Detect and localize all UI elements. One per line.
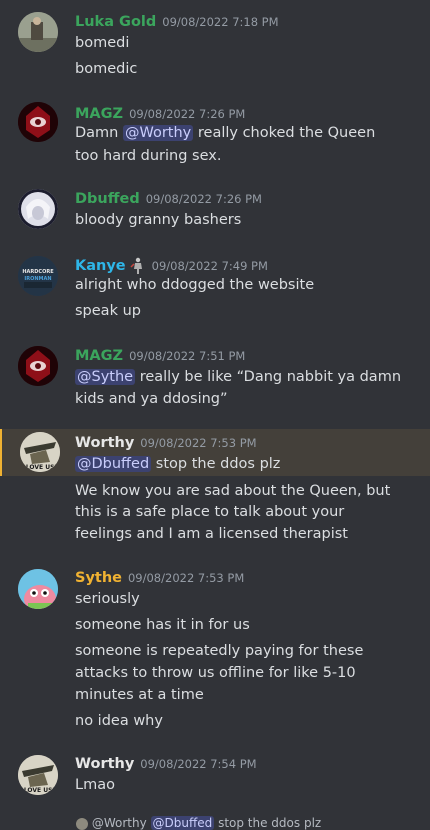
username[interactable]: Kanye (75, 258, 126, 274)
reply-text: stop the ddos plz (214, 816, 322, 830)
timestamp: 09/08/2022 7:26 PM (129, 107, 246, 121)
avatar-text: I LOVE USE (20, 787, 57, 794)
figure-icon (130, 257, 146, 275)
message-group: I LOVE USE Worthy 09/08/2022 7:54 PM Lmao (0, 752, 430, 800)
avatar[interactable]: I LOVE USE (18, 755, 58, 795)
timestamp: 09/08/2022 7:51 PM (129, 349, 246, 363)
message-group: Dbuffed 09/08/2022 7:26 PM bloody granny … (0, 187, 430, 233)
text-segment: really be like “Dang nabbit ya damn (135, 369, 402, 385)
message-text: Lmao (75, 777, 115, 793)
timestamp: 09/08/2022 7:18 PM (162, 15, 279, 29)
username[interactable]: Luka Gold (75, 14, 156, 30)
text-segment: really choked the Queen (193, 125, 376, 141)
message-text: bomedic (75, 61, 138, 77)
message-header: Kanye 09/08/2022 7:49 PM (75, 254, 268, 276)
username[interactable]: Sythe (75, 570, 122, 586)
avatar[interactable] (18, 189, 58, 229)
message-group: MAGZ 09/08/2022 7:26 PM Damn @Worthy real… (0, 102, 430, 168)
timestamp: 09/08/2022 7:53 PM (127, 571, 245, 585)
message-text: someone is repeatedly paying for these (75, 643, 364, 659)
message-text: @Sythe really be like “Dang nabbit ya da… (75, 366, 401, 388)
timestamp: 09/08/2022 7:54 PM (140, 757, 257, 771)
message-group: MAGZ 09/08/2022 7:51 PM @Sythe really be … (0, 344, 430, 410)
message-header: MAGZ 09/08/2022 7:51 PM (75, 344, 245, 366)
message-text: We know you are sad about the Queen, but (75, 483, 391, 499)
username[interactable]: Dbuffed (75, 191, 140, 207)
message-text: this is a safe place to talk about your (75, 504, 345, 520)
user-mention[interactable]: @Dbuffed (75, 456, 152, 472)
message-group: HARDCORE IRONMAN Kanye 09/08/2022 7:49 PM … (0, 254, 430, 326)
avatar[interactable] (18, 102, 58, 142)
avatar[interactable] (18, 12, 58, 52)
message-text: speak up (75, 303, 141, 319)
message-group: Sythe 09/08/2022 7:53 PM seriously someon… (0, 566, 430, 736)
avatar[interactable]: I LOVE USE (20, 432, 60, 472)
message-text: no idea why (75, 713, 163, 729)
timestamp: 09/08/2022 7:26 PM (145, 192, 262, 206)
message-group-highlighted: I LOVE USE Worthy 09/08/2022 7:53 PM @Dbu… (0, 429, 430, 476)
message-text: too hard during sex. (75, 148, 222, 164)
reply-avatar-icon (76, 817, 88, 830)
message-header: Dbuffed 09/08/2022 7:26 PM (75, 187, 262, 209)
message-header: Worthy 09/08/2022 7:53 PM (75, 431, 257, 453)
message-text: @Dbuffed stop the ddos plz (75, 453, 280, 475)
user-mention[interactable]: @Sythe (75, 369, 136, 385)
message-text: bomedi (75, 35, 130, 51)
avatar[interactable]: HARDCORE IRONMAN (18, 256, 58, 296)
username[interactable]: Worthy (75, 756, 134, 772)
message-text: kids and ya ddosing” (75, 391, 228, 407)
reply-preview[interactable]: @Worthy @Dbuffed stop the ddos plz (76, 816, 321, 830)
message-group: Luka Gold 09/08/2022 7:18 PM bomedi bomed… (0, 10, 430, 84)
timestamp: 09/08/2022 7:49 PM (151, 259, 268, 273)
message-text: someone has it in for us (75, 617, 250, 633)
message-header: Sythe 09/08/2022 7:53 PM (75, 566, 244, 588)
message-text: bloody granny bashers (75, 212, 242, 228)
message-header: Luka Gold 09/08/2022 7:18 PM (75, 10, 279, 32)
message-text: attacks to throw us offline for like 5-1… (75, 665, 356, 681)
avatar-text: I LOVE USE (22, 464, 59, 471)
user-mention[interactable]: @Dbuffed (150, 816, 215, 830)
message-text: seriously (75, 591, 140, 607)
avatar-text: HARDCORE (22, 269, 54, 275)
text-segment: Damn (75, 125, 123, 141)
message-text: Damn @Worthy really choked the Queen (75, 122, 375, 144)
message-text: alright who ddogged the website (75, 277, 315, 293)
text-segment: stop the ddos plz (151, 456, 281, 472)
user-mention[interactable]: @Worthy (122, 125, 194, 141)
username[interactable]: MAGZ (75, 348, 123, 364)
reply-username: @Worthy (91, 816, 147, 830)
username[interactable]: MAGZ (75, 106, 123, 122)
avatar[interactable] (18, 346, 58, 386)
avatar-text: IRONMAN (24, 276, 51, 282)
message-header: MAGZ 09/08/2022 7:26 PM (75, 102, 245, 124)
username[interactable]: Worthy (75, 435, 134, 451)
message-header: Worthy 09/08/2022 7:54 PM (75, 752, 257, 774)
timestamp: 09/08/2022 7:53 PM (140, 436, 257, 450)
message-text: minutes at a time (75, 687, 204, 703)
message-text: feelings and I am a licensed therapist (75, 526, 348, 542)
avatar[interactable] (18, 569, 58, 609)
